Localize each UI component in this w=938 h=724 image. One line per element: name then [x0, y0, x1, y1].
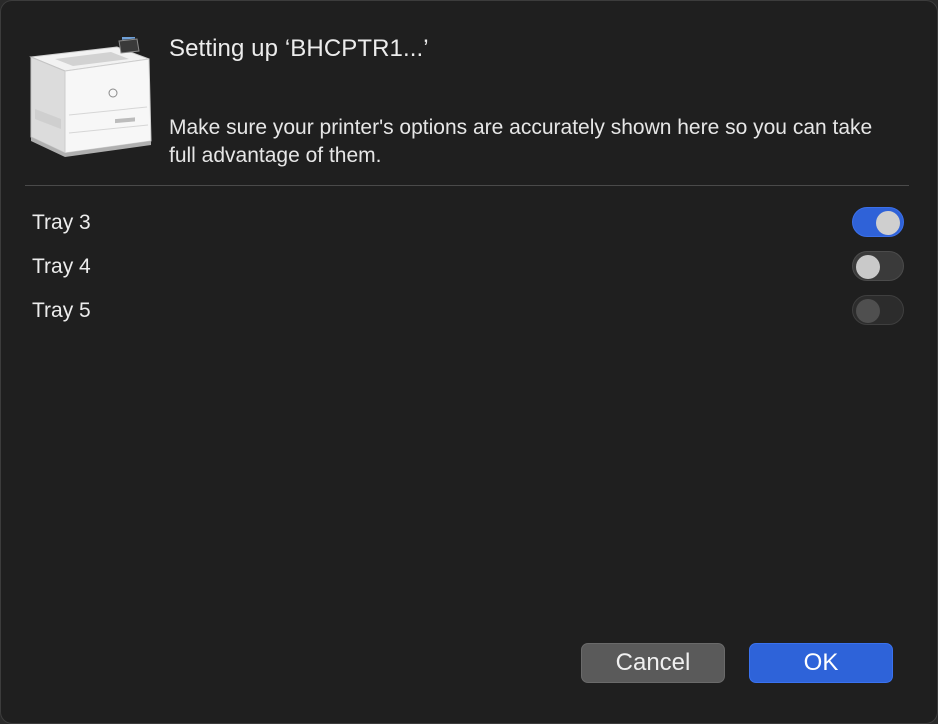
tray-4-toggle[interactable] — [852, 251, 904, 281]
dialog-description: Make sure your printer's options are acc… — [169, 116, 873, 167]
tray-5-toggle[interactable] — [852, 295, 904, 325]
option-label-tray-3: Tray 3 — [32, 211, 91, 234]
option-row-tray-3: Tray 3 — [32, 207, 904, 241]
divider — [25, 185, 909, 186]
option-label-tray-5: Tray 5 — [32, 299, 91, 322]
cancel-button[interactable]: Cancel — [581, 643, 725, 683]
toggle-knob — [856, 299, 880, 323]
toggle-knob — [876, 211, 900, 235]
tray-3-toggle[interactable] — [852, 207, 904, 237]
option-row-tray-4: Tray 4 — [32, 251, 904, 285]
printer-setup-dialog: Setting up ‘BHCPTR1...’ Make sure your p… — [0, 0, 938, 724]
ok-button[interactable]: OK — [749, 643, 893, 683]
dialog-title: Setting up ‘BHCPTR1...’ — [169, 35, 429, 62]
option-label-tray-4: Tray 4 — [32, 255, 91, 278]
toggle-knob — [856, 255, 880, 279]
option-row-tray-5: Tray 5 — [32, 295, 904, 329]
printer-icon — [29, 37, 152, 157]
